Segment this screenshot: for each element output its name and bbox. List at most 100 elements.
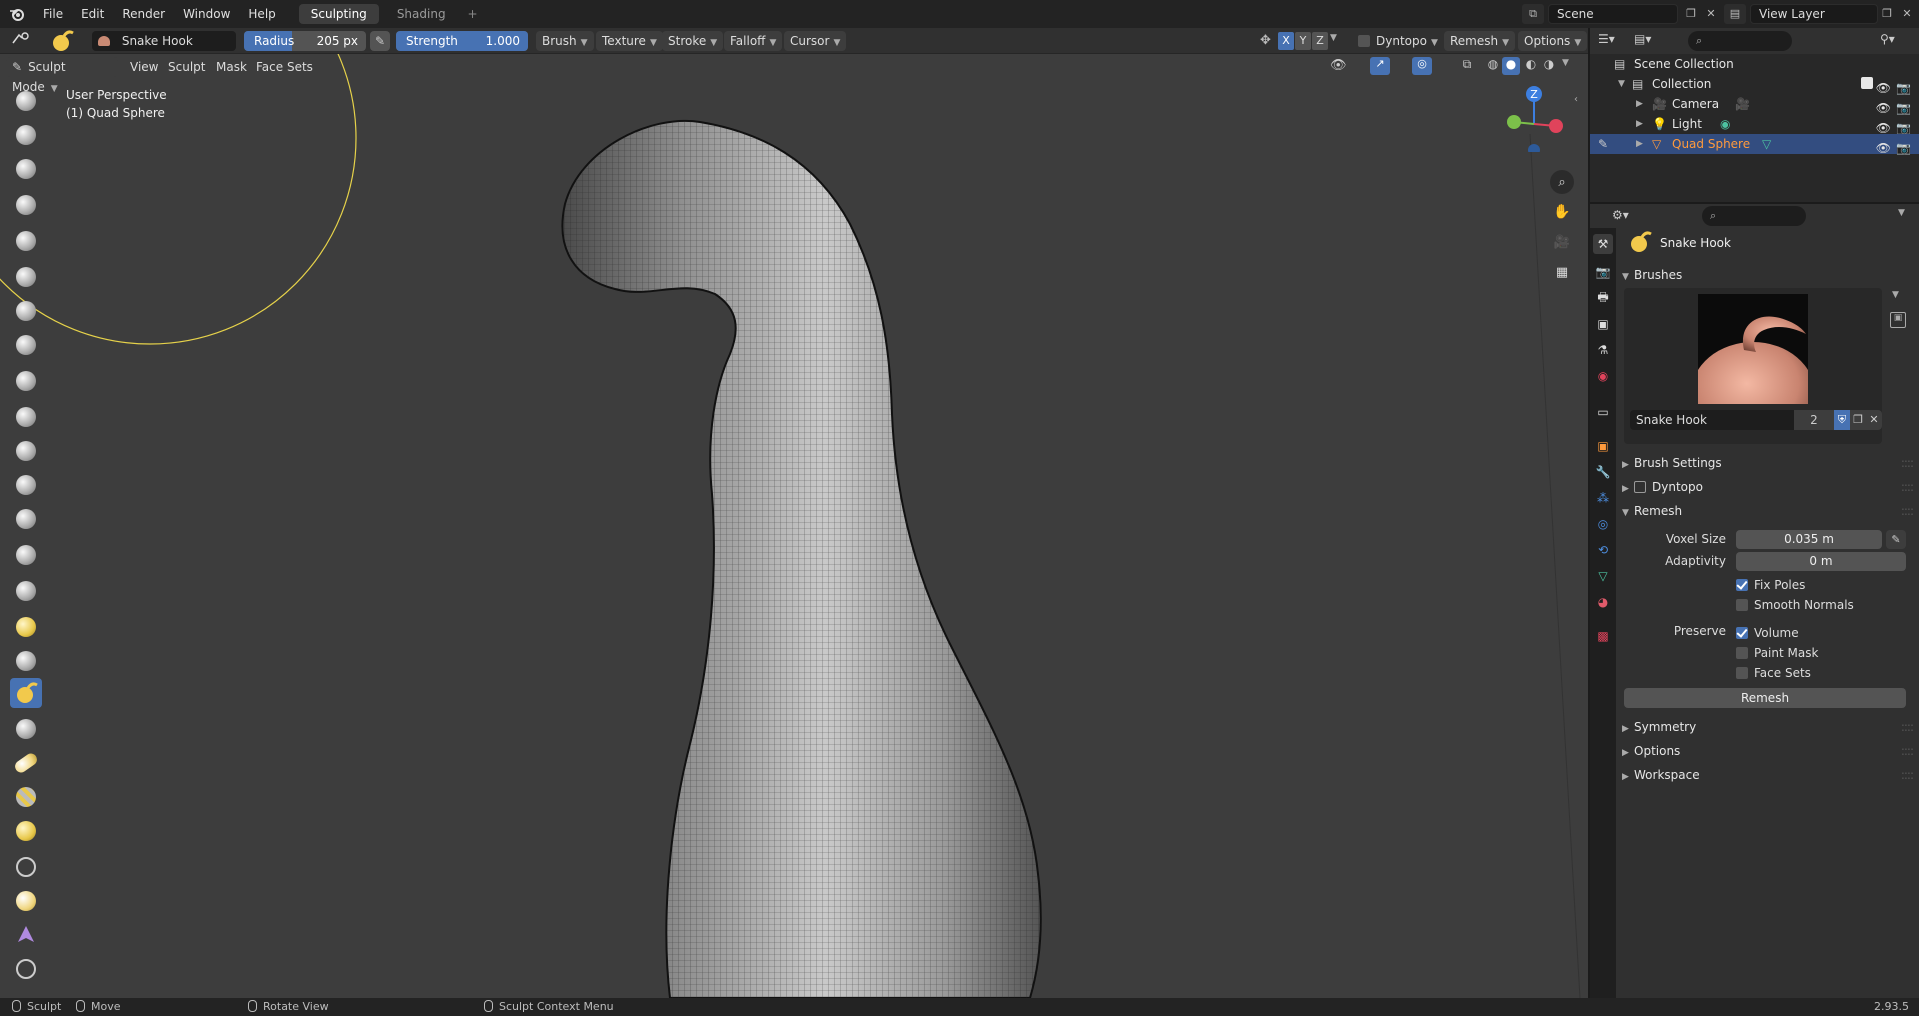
tool-draw[interactable] [10, 86, 42, 116]
collection-tab-icon[interactable]: ▭ [1593, 402, 1613, 422]
tool-grab[interactable] [10, 612, 42, 642]
collection-include-checkbox[interactable] [1861, 77, 1873, 89]
falloff-menu[interactable]: Falloff ▼ [724, 31, 783, 51]
quad-sphere-visibility-icon[interactable]: 👁 [1876, 138, 1891, 158]
panel-remesh[interactable]: ▼ Remesh:::: [1622, 500, 1914, 522]
visibility-icon[interactable]: 👁 [1330, 58, 1347, 73]
object-tab-icon[interactable]: ▣ [1593, 436, 1613, 456]
new-scene-icon[interactable]: ❐ [1680, 4, 1702, 24]
data-tab-icon[interactable]: ▽ [1593, 566, 1613, 586]
voxel-size-field[interactable]: 0.035 m [1736, 530, 1882, 549]
blender-logo-icon[interactable] [6, 3, 28, 25]
3d-viewport[interactable]: ✎ Sculpt Mode ▼ View Sculpt Mask Face Sets… [0, 54, 1588, 998]
dyntopo-checkbox[interactable] [1358, 35, 1370, 47]
symmetry-dropdown-icon[interactable]: ▼ [1330, 33, 1337, 43]
tool-cloth[interactable] [10, 920, 42, 950]
brush-datablock-name[interactable]: Snake Hook [1630, 410, 1794, 430]
brush-user-count[interactable]: 2 [1794, 410, 1834, 430]
solid-shading-icon[interactable]: ● [1502, 57, 1520, 75]
outliner-search-input[interactable]: ⌕ [1688, 31, 1792, 51]
outliner-item-light[interactable]: ▶ 💡 Light ◉ 👁 📷 [1590, 114, 1919, 135]
delete-view-layer-icon[interactable]: ✕ [1896, 4, 1918, 24]
tool-clay[interactable] [10, 154, 42, 184]
mode-selector[interactable]: ✎ Sculpt Mode ▼ [6, 57, 118, 94]
tool-layer[interactable] [10, 262, 42, 292]
view-layer-tab-icon[interactable]: ▣ [1593, 314, 1613, 334]
tool-pinch[interactable] [10, 576, 42, 606]
render-tab-icon[interactable]: 📷 [1593, 262, 1613, 282]
tab-shading[interactable]: Shading [385, 4, 458, 24]
strength-slider[interactable]: Strength 1.000 [396, 31, 528, 51]
voxel-eyedropper-icon[interactable]: ✎ [1886, 530, 1906, 549]
panel-workspace[interactable]: ▶ Workspace:::: [1622, 764, 1914, 786]
preserve-volume-check-icon[interactable] [1736, 627, 1748, 639]
tool-clay-strips[interactable] [10, 190, 42, 220]
output-tab-icon[interactable]: 🖶 [1593, 288, 1613, 308]
tool-slide-relax[interactable] [10, 852, 42, 882]
viewport-menu-view[interactable]: View [124, 57, 164, 77]
tool-nudge[interactable] [10, 782, 42, 812]
tool-pose[interactable] [10, 748, 42, 778]
fix-poles-check-icon[interactable] [1736, 579, 1748, 591]
properties-search-input[interactable]: ⌕ [1702, 206, 1806, 226]
light-data-icon[interactable]: ◉ [1720, 114, 1730, 134]
tool-fill[interactable] [10, 470, 42, 500]
collection-expand-icon[interactable]: ▼ [1618, 74, 1625, 94]
symmetry-x-toggle[interactable]: X [1278, 32, 1294, 50]
smooth-normals-checkbox[interactable]: Smooth Normals [1736, 596, 1854, 614]
preserve-face-sets-checkbox[interactable]: Face Sets [1736, 664, 1811, 682]
preserve-volume-checkbox[interactable]: Volume [1736, 624, 1799, 642]
viewport-menu-mask[interactable]: Mask [210, 57, 253, 77]
fix-poles-checkbox[interactable]: Fix Poles [1736, 576, 1805, 594]
new-view-layer-icon[interactable]: ❐ [1876, 4, 1898, 24]
unlink-brush-icon[interactable]: ✕ [1866, 410, 1882, 430]
properties-options-icon[interactable]: ▼ [1898, 208, 1905, 218]
remesh-menu[interactable]: Remesh ▼ [1444, 31, 1516, 51]
radius-pressure-icon[interactable]: ✎ [370, 31, 390, 51]
menu-help[interactable]: Help [239, 0, 284, 28]
scene-selector-icon[interactable]: ⧉ [1522, 4, 1544, 24]
menu-window[interactable]: Window [174, 0, 239, 28]
wireframe-shading-icon[interactable]: ◍ [1484, 57, 1502, 75]
gizmo-toggle-icon[interactable]: ↗ [1370, 57, 1390, 75]
viewport-menu-face-sets[interactable]: Face Sets [250, 57, 319, 77]
adaptivity-field[interactable]: 0 m [1736, 552, 1906, 571]
quad-sphere-render-icon[interactable]: 📷 [1896, 138, 1911, 158]
camera-expand-icon[interactable]: ▶ [1636, 94, 1643, 114]
modifier-tab-icon[interactable]: 🔧 [1593, 462, 1613, 482]
quad-sphere-expand-icon[interactable]: ▶ [1636, 134, 1643, 154]
scene-tab-icon[interactable]: ⚗ [1593, 340, 1613, 360]
outliner-item-camera[interactable]: ▶ 🎥 Camera 🎥 👁 📷 [1590, 94, 1919, 115]
quad-sphere-edit-icon[interactable]: ✎ [1598, 134, 1608, 154]
display-mode-icon[interactable]: ▤▾ [1634, 32, 1651, 46]
tool-thumb[interactable] [10, 714, 42, 744]
dyntopo-panel-checkbox[interactable] [1634, 481, 1646, 493]
filter-icon[interactable]: ⚲▾ [1880, 32, 1895, 46]
tool-flatten[interactable] [10, 436, 42, 466]
face-sets-check-icon[interactable] [1736, 667, 1748, 679]
tool-smooth[interactable] [10, 402, 42, 432]
panel-symmetry[interactable]: ▶ Symmetry:::: [1622, 716, 1914, 738]
cursor-menu[interactable]: Cursor ▼ [784, 31, 847, 51]
brush-name-field[interactable]: Snake Hook [92, 31, 236, 51]
rendered-shading-icon[interactable]: ◑ [1540, 57, 1558, 75]
delete-scene-icon[interactable]: ✕ [1700, 4, 1722, 24]
navigation-gizmo[interactable]: Z [1496, 82, 1566, 156]
tab-sculpting[interactable]: Sculpting [298, 4, 379, 24]
panel-brush-settings[interactable]: ▶ Brush Settings:::: [1622, 452, 1914, 474]
view-layer-field[interactable]: View Layer [1750, 4, 1878, 24]
menu-render[interactable]: Render [113, 0, 174, 28]
particles-tab-icon[interactable]: ⁂ [1593, 488, 1613, 508]
tool-boundary[interactable] [10, 886, 42, 916]
options-menu[interactable]: Options ▼ [1518, 31, 1588, 51]
tool-draw-sharp[interactable] [10, 120, 42, 150]
radius-slider[interactable]: Radius 205 px [244, 31, 366, 51]
dyntopo-toggle[interactable]: Dyntopo ▼ [1352, 31, 1444, 51]
brush-preview-thumbnail[interactable] [1698, 294, 1808, 404]
texture-tab-icon[interactable]: ▩ [1593, 626, 1613, 646]
world-tab-icon[interactable]: ◉ [1593, 366, 1613, 386]
editor-type-icon[interactable] [6, 31, 40, 51]
menu-file[interactable]: File [34, 0, 72, 28]
scene-field[interactable]: Scene [1548, 4, 1678, 24]
brush-list-dropdown-icon[interactable]: ▼ [1892, 290, 1899, 300]
